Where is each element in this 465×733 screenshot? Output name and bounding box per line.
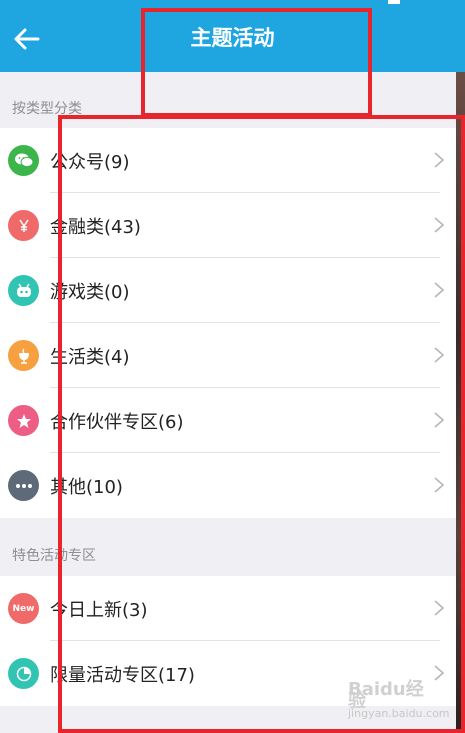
- list-item-partners[interactable]: 合作伙伴专区(6): [0, 388, 456, 453]
- chevron-right-icon: [434, 665, 445, 681]
- list-item-label: 生活类(4): [50, 347, 130, 368]
- more-icon: [8, 470, 39, 501]
- list-item-label: 公众号(9): [50, 152, 130, 173]
- background-edge: [456, 72, 465, 733]
- new-badge-text: New: [12, 603, 35, 614]
- list-item-new-today[interactable]: New 今日上新(3): [0, 576, 456, 641]
- list-item-label: 游戏类(0): [50, 282, 130, 303]
- chevron-right-icon: [434, 347, 445, 363]
- chevron-right-icon: [434, 412, 445, 428]
- list-item-games[interactable]: 游戏类(0): [0, 258, 456, 323]
- app-header: 主题活动: [0, 0, 465, 72]
- star-icon: [8, 405, 39, 436]
- new-badge-icon: New: [8, 593, 39, 624]
- status-bar-fragment: [388, 0, 400, 4]
- category-list: 公众号(9) 金融类(43) 游戏类(0) 生活类(4) 合作伙伴专区(6) 其…: [0, 128, 456, 518]
- list-item-label: 限量活动专区(17): [50, 665, 195, 686]
- section-label-featured: 特色活动专区: [12, 548, 96, 564]
- list-item-label: 其他(10): [50, 477, 123, 498]
- list-item-label: 金融类(43): [50, 217, 141, 238]
- list-item-label: 合作伙伴专区(6): [50, 412, 184, 433]
- chevron-right-icon: [434, 282, 445, 298]
- limited-timer-icon: [8, 658, 39, 689]
- game-controller-icon: [8, 275, 39, 306]
- life-cup-icon: [8, 340, 39, 371]
- watermark: Baidu经验 jingyan.baidu.com: [348, 679, 450, 724]
- watermark-line2: jingyan.baidu.com: [348, 707, 450, 720]
- list-item-label: 今日上新(3): [50, 600, 148, 621]
- chevron-right-icon: [434, 600, 445, 616]
- watermark-line1: Baidu经验: [348, 679, 424, 712]
- page-title: 主题活动: [190, 26, 275, 50]
- chevron-right-icon: [434, 152, 445, 168]
- section-label-by-type: 按类型分类: [12, 101, 82, 117]
- wechat-icon: [8, 145, 39, 176]
- yen-icon: [8, 210, 39, 241]
- list-item-finance[interactable]: 金融类(43): [0, 193, 456, 258]
- list-item-lifestyle[interactable]: 生活类(4): [0, 323, 456, 388]
- list-item-other[interactable]: 其他(10): [0, 453, 456, 518]
- chevron-right-icon: [434, 217, 445, 233]
- chevron-right-icon: [434, 477, 445, 493]
- list-item-official-accounts[interactable]: 公众号(9): [0, 128, 456, 193]
